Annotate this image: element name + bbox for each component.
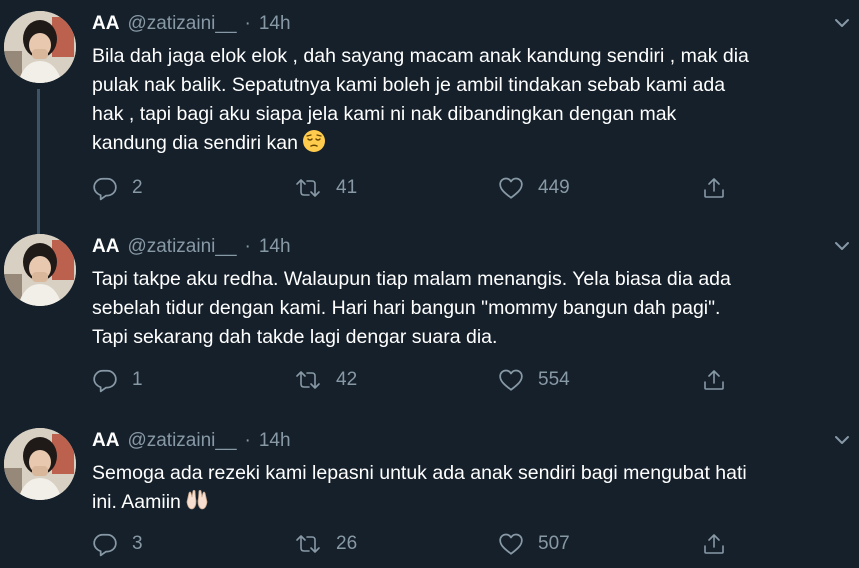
text-line: kandung dia sendiri kan: [92, 132, 298, 154]
tweet-header: AA @zatizaini__ · 14h: [92, 428, 291, 454]
retweet-count: 26: [336, 533, 358, 554]
tweet-header: AA @zatizaini__ · 14h: [92, 11, 291, 37]
timestamp[interactable]: 14h: [259, 13, 291, 35]
tweet-2[interactable]: AA @zatizaini__ · 14h Tapi takpe aku red…: [0, 234, 859, 404]
text-line: ini. Aamiin: [92, 491, 181, 513]
retweet-count: 42: [336, 369, 358, 390]
heart-icon: [498, 531, 524, 557]
reply-button[interactable]: 2: [92, 173, 143, 203]
tweet-actions: 2 41 449: [0, 173, 859, 203]
text-line: Bila dah jaga elok elok , dah sayang mac…: [92, 45, 749, 67]
retweet-icon: [294, 175, 322, 201]
like-count: 554: [538, 369, 570, 390]
retweet-count: 41: [336, 177, 358, 198]
reply-icon: [92, 367, 118, 393]
retweet-button[interactable]: 26: [294, 529, 357, 559]
user-handle[interactable]: @zatizaini__: [127, 430, 236, 452]
tweet-actions: 3 26 507: [0, 529, 859, 559]
reply-count: 3: [132, 533, 143, 554]
retweet-icon: [294, 531, 322, 557]
tweet-thread: AA @zatizaini__ · 14h Bila dah jaga elok…: [0, 0, 859, 568]
reply-button[interactable]: 3: [92, 529, 143, 559]
tweet-actions: 1 42 554: [0, 365, 859, 395]
user-handle[interactable]: @zatizaini__: [127, 13, 236, 35]
heart-icon: [498, 175, 524, 201]
display-name[interactable]: AA: [92, 13, 119, 35]
tweet-3[interactable]: AA @zatizaini__ · 14h Semoga ada rezeki …: [0, 428, 859, 568]
share-button[interactable]: [702, 529, 726, 559]
tweet-text: Tapi takpe aku redha. Walaupun tiap mala…: [92, 265, 832, 352]
tweet-1[interactable]: AA @zatizaini__ · 14h Bila dah jaga elok…: [0, 11, 859, 239]
text-line: Tapi sekarang dah takde lagi dengar suar…: [92, 326, 498, 348]
display-name[interactable]: AA: [92, 236, 119, 258]
like-button[interactable]: 449: [498, 173, 570, 203]
chevron-down-icon[interactable]: [832, 432, 852, 448]
separator-dot: ·: [244, 236, 251, 257]
text-line: Semoga ada rezeki kami lepasni untuk ada…: [92, 462, 747, 484]
chevron-down-icon[interactable]: [832, 15, 852, 31]
retweet-button[interactable]: 42: [294, 365, 357, 395]
like-count: 507: [538, 533, 570, 554]
avatar[interactable]: [4, 11, 76, 83]
text-line: sebelah tidur dengan kami. Hari hari ban…: [92, 297, 721, 319]
like-button[interactable]: 554: [498, 365, 570, 395]
pensive-face-emoji: [302, 129, 326, 153]
share-icon: [702, 367, 726, 393]
share-button[interactable]: [702, 365, 726, 395]
thread-connector: [37, 89, 40, 239]
share-icon: [702, 175, 726, 201]
separator-dot: ·: [244, 430, 251, 451]
text-line-with-emoji: ini. Aamiin: [92, 488, 832, 517]
timestamp[interactable]: 14h: [259, 430, 291, 452]
tweet-text: Semoga ada rezeki kami lepasni untuk ada…: [92, 459, 832, 517]
text-line: hak , tapi bagi aku siapa jela kami ni n…: [92, 103, 677, 125]
tweet-text: Bila dah jaga elok elok , dah sayang mac…: [92, 42, 832, 158]
heart-icon: [498, 367, 524, 393]
text-line-with-emoji: kandung dia sendiri kan: [92, 129, 832, 158]
raising-hands-emoji: [185, 488, 209, 512]
text-line: pulak nak balik. Sepatutnya kami boleh j…: [92, 74, 726, 96]
like-button[interactable]: 507: [498, 529, 570, 559]
like-count: 449: [538, 177, 570, 198]
retweet-button[interactable]: 41: [294, 173, 357, 203]
avatar[interactable]: [4, 234, 76, 306]
user-handle[interactable]: @zatizaini__: [127, 236, 236, 258]
separator-dot: ·: [244, 13, 251, 34]
tweet-header: AA @zatizaini__ · 14h: [92, 234, 291, 260]
reply-count: 2: [132, 177, 143, 198]
reply-count: 1: [132, 369, 143, 390]
chevron-down-icon[interactable]: [832, 238, 852, 254]
share-icon: [702, 531, 726, 557]
timestamp[interactable]: 14h: [259, 236, 291, 258]
avatar[interactable]: [4, 428, 76, 500]
share-button[interactable]: [702, 173, 726, 203]
reply-button[interactable]: 1: [92, 365, 143, 395]
reply-icon: [92, 531, 118, 557]
reply-icon: [92, 175, 118, 201]
retweet-icon: [294, 367, 322, 393]
text-line: Tapi takpe aku redha. Walaupun tiap mala…: [92, 268, 731, 290]
display-name[interactable]: AA: [92, 430, 119, 452]
